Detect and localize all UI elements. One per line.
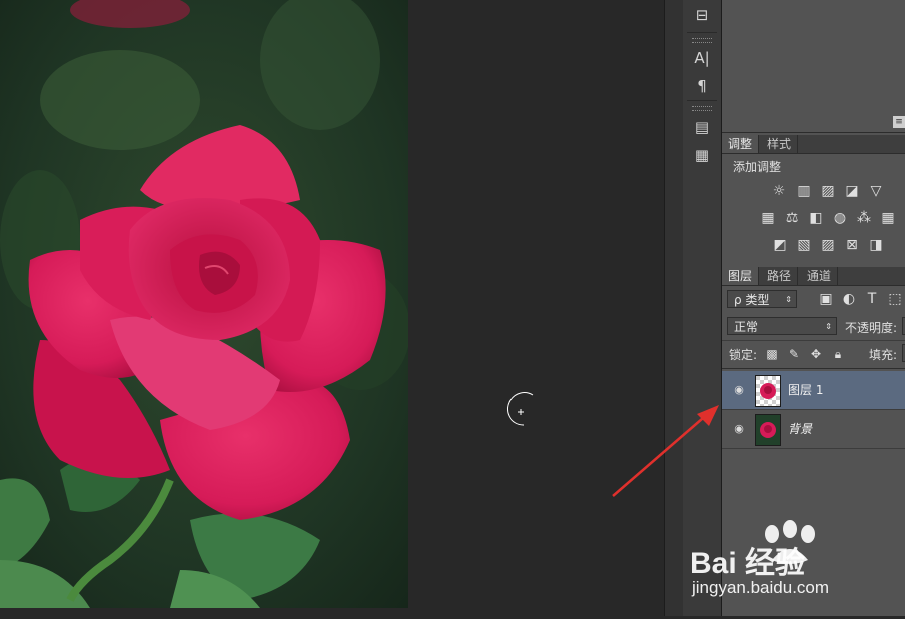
paragraph-panel-icon[interactable]: ¶ bbox=[691, 75, 713, 97]
opacity-label: 不透明度: bbox=[845, 321, 898, 335]
vibrance-icon[interactable]: ▽ bbox=[868, 183, 884, 199]
watermark-url: jingyan.baidu.com bbox=[692, 578, 830, 597]
tab-styles[interactable]: 样式 bbox=[761, 135, 799, 153]
fill-label: 填充: bbox=[869, 348, 898, 362]
add-adjustment-label: 添加调整 bbox=[733, 160, 782, 174]
blend-mode-value: 正常 bbox=[734, 320, 759, 334]
blend-mode-select[interactable]: 正常 ⇕ bbox=[727, 317, 837, 335]
rose-photo bbox=[0, 0, 408, 608]
curves-icon[interactable]: ▨ bbox=[820, 183, 836, 199]
filter-adjustment-icon[interactable]: ◐ bbox=[841, 291, 857, 307]
chevron-updown-icon: ⇕ bbox=[825, 322, 832, 331]
pasteboard[interactable] bbox=[408, 0, 664, 616]
tab-paths[interactable]: 路径 bbox=[761, 267, 799, 285]
chevron-updown-icon: ⇕ bbox=[785, 295, 792, 304]
panel-divider[interactable] bbox=[664, 0, 684, 616]
tab-adjustments[interactable]: 调整 bbox=[722, 135, 760, 153]
filter-type-icon[interactable]: T bbox=[864, 291, 880, 307]
photo-filter-icon[interactable]: ◍ bbox=[832, 210, 848, 226]
notes-panel-icon[interactable]: ▦ bbox=[691, 144, 713, 166]
lock-label: 锁定: bbox=[729, 348, 758, 362]
filter-shape-icon[interactable]: ⬚ bbox=[887, 291, 903, 307]
tab-layers[interactable]: 图层 bbox=[722, 267, 760, 285]
black-white-icon[interactable]: ◧ bbox=[808, 210, 824, 226]
filter-pixel-icon[interactable]: ▣ bbox=[818, 291, 834, 307]
filter-kind-label: ρ 类型 bbox=[734, 293, 770, 307]
panel-menu-icon[interactable]: ≡ bbox=[893, 116, 905, 128]
lock-brush-icon[interactable]: ✎ bbox=[786, 346, 802, 362]
layer-row[interactable]: ◉ 背景 bbox=[722, 410, 905, 449]
hue-saturation-icon[interactable]: ▦ bbox=[760, 210, 776, 226]
character-panel-icon[interactable]: A| bbox=[691, 47, 713, 69]
levels-icon[interactable]: ▥ bbox=[796, 183, 812, 199]
watermark-brand: Bai 经验 bbox=[690, 547, 806, 580]
document-canvas[interactable] bbox=[0, 0, 408, 608]
exposure-icon[interactable]: ◪ bbox=[844, 183, 860, 199]
adjustments-tabbar: 调整 样式 bbox=[722, 135, 905, 154]
eye-icon[interactable]: ◉ bbox=[732, 422, 746, 436]
layer-name[interactable]: 图层 1 bbox=[788, 381, 823, 398]
channel-mixer-icon[interactable]: ⁂ bbox=[856, 210, 872, 226]
lock-move-icon[interactable]: ✥ bbox=[808, 346, 824, 362]
history-panel-icon[interactable]: ▤ bbox=[691, 116, 713, 138]
tab-channels[interactable]: 通道 bbox=[801, 267, 839, 285]
layer-name[interactable]: 背景 bbox=[788, 420, 812, 437]
layer-row-selected[interactable]: ◉ 图层 1 bbox=[722, 371, 905, 410]
brightness-icon[interactable]: ☼ bbox=[771, 183, 787, 199]
lock-transparent-icon[interactable]: ▩ bbox=[764, 346, 780, 362]
layer-thumbnail bbox=[755, 375, 781, 407]
baidu-watermark: Bai 经验 jingyan.baidu.com bbox=[690, 520, 900, 610]
clone-source-icon[interactable]: ⊟ bbox=[691, 4, 713, 26]
top-panel-area: ≡ bbox=[722, 0, 905, 133]
layer-thumbnail bbox=[755, 414, 781, 446]
eye-icon[interactable]: ◉ bbox=[732, 383, 746, 397]
dock-grip[interactable] bbox=[692, 106, 712, 111]
layer-filter-kind-select[interactable]: ρ 类型 ⇕ bbox=[727, 290, 797, 308]
selective-color-icon[interactable]: ⊠ bbox=[844, 237, 860, 253]
threshold-icon[interactable]: ▨ bbox=[820, 237, 836, 253]
gradient-map-icon[interactable]: ◨ bbox=[868, 237, 884, 253]
dock-grip[interactable] bbox=[692, 38, 712, 43]
color-balance-icon[interactable]: ⚖ bbox=[784, 210, 800, 226]
annotation-arrow bbox=[612, 405, 719, 497]
brush-cursor-icon bbox=[507, 392, 534, 426]
layers-tabbar: 图层 路径 通道 bbox=[722, 267, 905, 286]
color-lookup-icon[interactable]: ▦ bbox=[880, 210, 896, 226]
posterize-icon[interactable]: ▧ bbox=[796, 237, 812, 253]
lock-all-icon[interactable]: 🔒︎ bbox=[830, 346, 846, 362]
invert-icon[interactable]: ◩ bbox=[772, 237, 788, 253]
